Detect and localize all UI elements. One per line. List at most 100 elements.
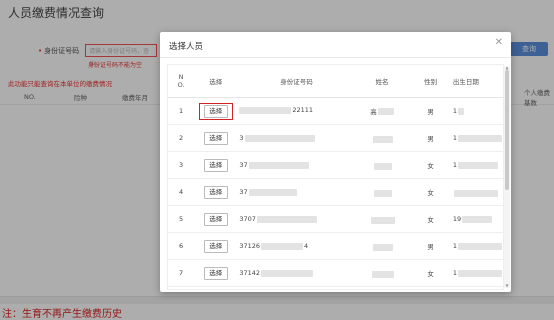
- dob-text: 1: [452, 161, 457, 169]
- select-button[interactable]: 选择: [203, 158, 228, 172]
- redacted-block: [372, 135, 393, 143]
- sex-cell: 男: [409, 97, 452, 125]
- select-cell: 选择: [194, 259, 238, 287]
- vertical-scrollbar[interactable]: ▲ ▼: [504, 66, 510, 288]
- redacted-block: [256, 215, 317, 223]
- redacted-block: [457, 161, 498, 169]
- redacted-block: [261, 269, 314, 277]
- close-icon[interactable]: ✕: [495, 37, 503, 48]
- redacted-block: [248, 161, 309, 169]
- header-name: 姓名: [354, 65, 410, 98]
- id-suffix: 22111: [292, 106, 314, 115]
- redacted-block: [373, 162, 392, 170]
- id-prefix: 37: [239, 161, 248, 169]
- row-number: 3: [168, 151, 195, 179]
- name-text: 高: [370, 108, 377, 116]
- header-no: N O.: [168, 65, 195, 98]
- header-no-line2: O.: [177, 81, 185, 89]
- table-header-row: N O. 选择 身份证号码 姓名 性别 出生日期: [168, 65, 503, 98]
- id-number: 37126 4: [239, 242, 308, 250]
- dialog-title: 选择人员: [169, 42, 204, 52]
- dob-cell: 1: [451, 232, 503, 260]
- sex-cell: 女: [409, 286, 452, 289]
- select-button[interactable]: 选择: [203, 266, 228, 280]
- redacted-block: [372, 243, 393, 251]
- sex-cell: 男: [409, 124, 452, 152]
- dob-text: 1: [452, 107, 457, 115]
- dob-cell: [451, 178, 503, 206]
- header-sex: 性别: [409, 65, 452, 98]
- table-row: 8选择37082 女19: [168, 286, 503, 289]
- sex-cell: 男: [409, 232, 452, 260]
- id-number: 37: [239, 161, 309, 169]
- id-prefix: 37126: [239, 242, 261, 250]
- id-prefix: 3: [239, 134, 244, 142]
- redacted-block: [248, 188, 297, 196]
- dob-cell: 1: [451, 124, 503, 152]
- sex-cell: 女: [409, 259, 452, 287]
- table-row: 1 选择 22111 高男 1: [168, 97, 503, 125]
- dob-cell: 1: [451, 151, 503, 179]
- name-cell: 高: [354, 97, 410, 125]
- select-cell: 选择: [194, 286, 238, 289]
- table-row: 7 选择 37142 女 1: [168, 259, 503, 287]
- id-number: 3: [239, 134, 315, 142]
- select-button[interactable]: 选择: [203, 104, 228, 118]
- header-id: 身份证号码: [237, 65, 355, 98]
- header-dob: 出生日期: [451, 65, 503, 98]
- row-number-text: 5: [179, 215, 184, 223]
- sex-cell: 女: [409, 151, 452, 179]
- redacted-block: [244, 134, 315, 142]
- id-number: 22111: [239, 106, 313, 114]
- select-cell: 选择: [194, 232, 238, 260]
- scroll-thumb[interactable]: [505, 70, 509, 190]
- highlight-box: 选择: [198, 102, 233, 120]
- table-row: 6 选择 37126 4 男 1: [168, 232, 503, 260]
- name-cell: [354, 286, 410, 289]
- redacted-block: [457, 242, 502, 250]
- row-number-text: 6: [179, 242, 184, 250]
- select-button[interactable]: 选择: [203, 131, 228, 145]
- id-suffix: 4: [304, 242, 309, 250]
- id-number-cell: 37: [237, 178, 355, 206]
- redacted-block: [462, 215, 493, 223]
- dob-text: 1: [452, 242, 457, 250]
- row-number: 2: [168, 124, 195, 152]
- select-cell: 选择: [194, 97, 238, 125]
- id-number: 37: [239, 188, 297, 196]
- name-cell: [354, 205, 410, 233]
- row-number: 6: [168, 232, 195, 260]
- dob-text: 1: [452, 134, 457, 142]
- id-number-cell: 22111: [237, 97, 355, 125]
- header-select: 选择: [194, 65, 238, 98]
- table-row: 2 选择 3 男 1: [168, 124, 503, 152]
- name-cell: [354, 232, 410, 260]
- dob-cell: 19: [451, 205, 503, 233]
- table-row: 5 选择 3707 女 19: [168, 205, 503, 233]
- scroll-down-icon[interactable]: ▼: [504, 284, 510, 288]
- redacted-block: [371, 270, 394, 278]
- name-cell: [354, 124, 410, 152]
- sex-cell: 女: [409, 178, 452, 206]
- redacted-block: [239, 106, 292, 114]
- redacted-block: [457, 269, 502, 277]
- id-number: 37142: [239, 269, 314, 277]
- row-number-text: 4: [179, 188, 184, 196]
- redacted-block: [457, 107, 464, 115]
- table-row: 4 选择 37 女: [168, 178, 503, 206]
- row-number: 5: [168, 205, 195, 233]
- id-number: 3707: [239, 215, 318, 223]
- redacted-block: [261, 242, 304, 250]
- row-number: 1: [168, 97, 195, 125]
- select-button[interactable]: 选择: [203, 239, 228, 253]
- select-cell: 选择: [194, 124, 238, 152]
- redacted-block: [457, 134, 502, 142]
- id-number-cell: 3707: [237, 205, 355, 233]
- row-number: 4: [168, 178, 195, 206]
- row-number: 7: [168, 259, 195, 287]
- redacted-block: [373, 189, 392, 197]
- select-button[interactable]: 选择: [203, 212, 228, 226]
- dob-text: 19: [452, 215, 462, 223]
- select-cell: 选择: [194, 151, 238, 179]
- select-button[interactable]: 选择: [203, 185, 228, 199]
